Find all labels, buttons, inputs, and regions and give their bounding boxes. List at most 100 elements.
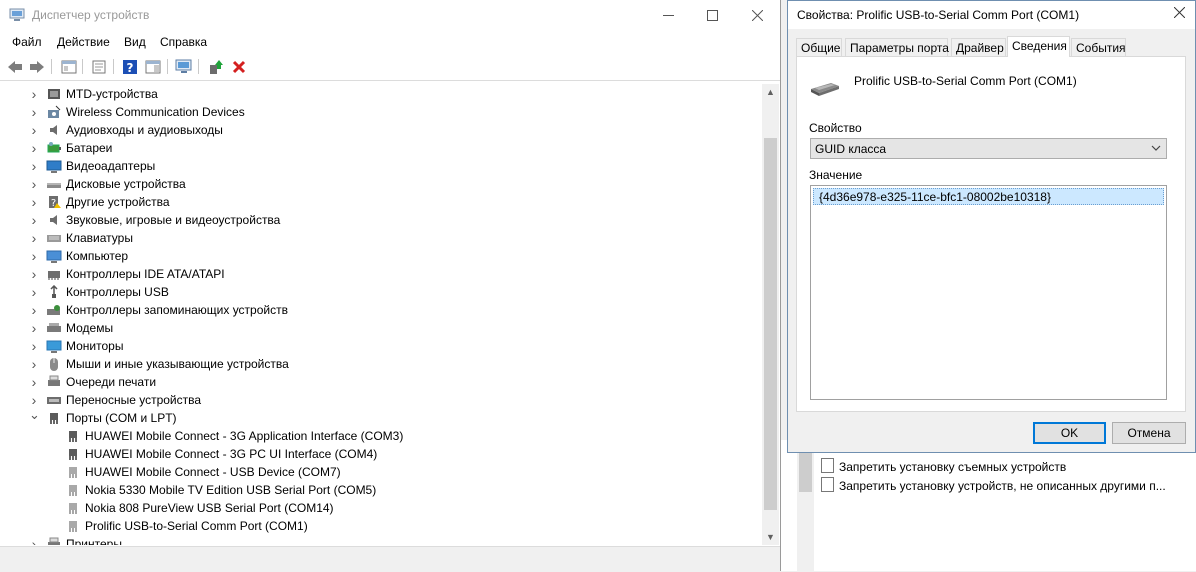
tree-category-row[interactable]: ⌄ Порты (COM и LPT): [4, 408, 762, 427]
policy-list-item[interactable]: Запретить установку устройств, не описан…: [821, 477, 1166, 493]
chevron-right-icon[interactable]: ›: [29, 537, 39, 545]
tree-device-row[interactable]: Nokia 5330 Mobile TV Edition USB Serial …: [4, 481, 762, 499]
show-hide-console-tree-button[interactable]: [60, 58, 78, 75]
scan-hardware-button[interactable]: [175, 58, 193, 75]
tree-category-row[interactable]: › Модемы: [4, 319, 762, 337]
display-adapter-icon: [46, 160, 62, 173]
tree-category-row[interactable]: › Видеоадаптеры: [4, 157, 762, 175]
property-select[interactable]: GUID класса: [810, 138, 1167, 159]
uninstall-device-button[interactable]: [230, 58, 248, 75]
portable-device-icon: [47, 397, 61, 404]
tree-category-row[interactable]: › Контроллеры USB: [4, 283, 762, 301]
chevron-right-icon[interactable]: ›: [29, 231, 39, 245]
tree-category-row[interactable]: › Звуковые, игровые и видеоустройства: [4, 211, 762, 229]
chevron-down-icon[interactable]: ⌄: [29, 408, 40, 421]
tree-category-row[interactable]: › Очереди печати: [4, 373, 762, 391]
tree-device-row[interactable]: HUAWEI Mobile Connect - USB Device (COM7…: [4, 463, 762, 481]
forward-button[interactable]: [28, 58, 46, 75]
tree-category-row[interactable]: › Мыши и иные указывающие устройства: [4, 355, 762, 373]
chevron-right-icon[interactable]: ›: [29, 393, 39, 407]
chevron-right-icon[interactable]: ›: [29, 195, 39, 209]
chevron-right-icon[interactable]: ›: [29, 159, 39, 173]
chevron-right-icon[interactable]: ›: [29, 249, 39, 263]
ok-button[interactable]: OK: [1033, 422, 1106, 444]
tree-item-label: Контроллеры запоминающих устройств: [66, 303, 288, 317]
tab-general[interactable]: Общие: [796, 38, 842, 56]
tree-category-row[interactable]: › Контроллеры IDE ATA/ATAPI: [4, 265, 762, 283]
tree-category-row[interactable]: › Контроллеры запоминающих устройств: [4, 301, 762, 319]
tree-item-label: Клавиатуры: [66, 231, 133, 245]
tree-device-row[interactable]: HUAWEI Mobile Connect - 3G PC UI Interfa…: [4, 445, 762, 463]
device-tree[interactable]: › MTD-устройства › Wireless Communication D…: [4, 84, 762, 545]
chevron-right-icon[interactable]: ›: [29, 357, 39, 371]
tree-category-row[interactable]: › MTD-устройства: [4, 85, 762, 103]
tree-category-row[interactable]: › Аудиовходы и аудиовыходы: [4, 121, 762, 139]
tree-device-row[interactable]: HUAWEI Mobile Connect - 3G Application I…: [4, 427, 762, 445]
tree-item-label: Батареи: [66, 141, 113, 155]
help-button[interactable]: ?: [121, 58, 139, 75]
chevron-right-icon[interactable]: ›: [29, 123, 39, 137]
cancel-button[interactable]: Отмена: [1112, 422, 1186, 444]
maximize-button[interactable]: [689, 0, 735, 31]
tree-category-row[interactable]: › Батареи: [4, 139, 762, 157]
background-policy-window: ▲ Запретить установку съемных устройств …: [781, 440, 1196, 571]
svg-text:?: ?: [127, 61, 134, 75]
menu-view[interactable]: Вид: [124, 35, 146, 49]
chevron-right-icon[interactable]: ›: [29, 141, 39, 155]
tab-driver[interactable]: Драйвер: [951, 38, 1006, 56]
speaker-icon: [50, 215, 57, 225]
menu-action[interactable]: Действие: [57, 35, 110, 49]
menu-file[interactable]: Файл: [12, 35, 42, 49]
chevron-right-icon[interactable]: ›: [29, 339, 39, 353]
value-list-item-selected[interactable]: {4d36e978-e325-11ce-bfc1-08002be10318}: [813, 188, 1164, 205]
chevron-right-icon[interactable]: ›: [29, 267, 39, 281]
tree-category-row[interactable]: › Переносные устройства: [4, 391, 762, 409]
device-manager-window: Диспетчер устройств Файл Действие Вид Сп…: [0, 0, 781, 572]
menu-help[interactable]: Справка: [160, 35, 207, 49]
modem-icon: [47, 323, 61, 332]
tree-category-row[interactable]: › Мониторы: [4, 337, 762, 355]
scroll-up-arrow-icon[interactable]: ▲: [762, 84, 779, 100]
chevron-right-icon[interactable]: ›: [29, 87, 39, 101]
background-scrollbar[interactable]: [797, 440, 814, 571]
chevron-right-icon[interactable]: ›: [29, 177, 39, 191]
tree-category-row[interactable]: › Wireless Communication Devices: [4, 103, 762, 121]
vertical-scrollbar[interactable]: ▲ ▼: [762, 84, 779, 545]
chevron-right-icon[interactable]: ›: [29, 213, 39, 227]
back-button[interactable]: [6, 58, 24, 75]
tree-item-label: MTD-устройства: [66, 87, 158, 101]
chevron-right-icon[interactable]: ›: [29, 303, 39, 317]
scrollbar-thumb[interactable]: [799, 450, 812, 492]
close-button[interactable]: [734, 0, 780, 31]
delete-x-icon: [232, 60, 246, 73]
tree-category-row[interactable]: ›? Другие устройства: [4, 193, 762, 211]
chevron-right-icon[interactable]: ›: [29, 285, 39, 299]
tab-events[interactable]: События: [1071, 38, 1126, 56]
tab-port-settings[interactable]: Параметры порта: [845, 38, 949, 56]
dialog-close-button[interactable]: [1173, 5, 1186, 23]
tree-device-row[interactable]: Nokia 808 PureView USB Serial Port (COM1…: [4, 499, 762, 517]
chevron-right-icon[interactable]: ›: [29, 321, 39, 335]
policy-list-item[interactable]: Запретить установку съемных устройств: [821, 458, 1066, 474]
update-driver-button[interactable]: [207, 58, 225, 75]
properties-button[interactable]: [90, 58, 108, 75]
action-pane-button[interactable]: [144, 58, 162, 75]
scroll-down-arrow-icon[interactable]: ▼: [762, 529, 779, 545]
tree-category-row[interactable]: › Клавиатуры: [4, 229, 762, 247]
monitor-icon: [46, 340, 62, 353]
console-tree-icon: [61, 60, 77, 73]
arrow-right-icon: [30, 60, 44, 73]
toolbar-separator: [51, 59, 52, 74]
tab-details[interactable]: Сведения: [1007, 36, 1070, 57]
tree-item-label: HUAWEI Mobile Connect - USB Device (COM7…: [85, 465, 341, 479]
tree-device-row[interactable]: Prolific USB-to-Serial Comm Port (COM1): [4, 517, 762, 535]
tree-category-row[interactable]: › Дисковые устройства: [4, 175, 762, 193]
chevron-right-icon[interactable]: ›: [29, 105, 39, 119]
scrollbar-thumb[interactable]: [764, 138, 777, 510]
tree-item-label: Порты (COM и LPT): [66, 411, 177, 425]
tree-category-row[interactable]: › Принтеры: [4, 535, 762, 545]
minimize-button[interactable]: [645, 0, 691, 31]
value-list[interactable]: {4d36e978-e325-11ce-bfc1-08002be10318}: [810, 185, 1167, 400]
tree-category-row[interactable]: › Компьютер: [4, 247, 762, 265]
chevron-right-icon[interactable]: ›: [29, 375, 39, 389]
